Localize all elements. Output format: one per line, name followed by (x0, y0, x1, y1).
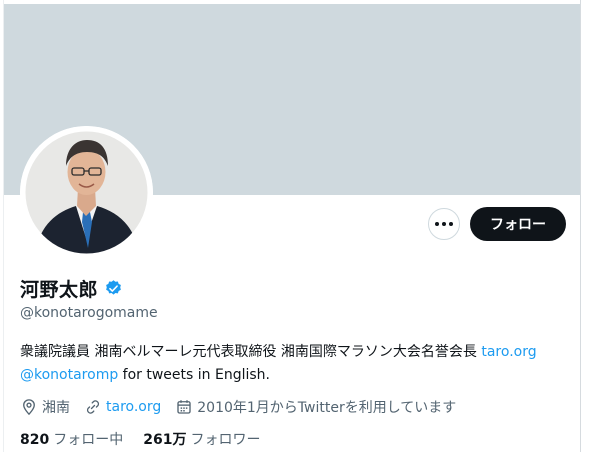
bio-website-link[interactable]: taro.org (481, 344, 536, 360)
profile-name: 河野太郎 (20, 279, 99, 301)
bio-text: 衆議院議員 湘南ベルマーレ元代表取締役 湘南国際マラソン大会名誉会長 (20, 344, 477, 360)
more-options-button[interactable] (428, 208, 460, 240)
joined-text: 2010年1月からTwitterを利用しています (197, 400, 457, 416)
following-count: 820 (20, 432, 50, 448)
followers-label: フォロワー (190, 432, 261, 448)
profile-stats: 820 フォロー中 261万 フォロワー (20, 429, 280, 449)
bio-suffix: for tweets in English. (118, 367, 270, 383)
following-stat[interactable]: 820 フォロー中 (20, 429, 123, 449)
calendar-icon (177, 400, 191, 414)
verified-badge-icon[interactable] (104, 279, 123, 298)
link-icon (86, 400, 100, 414)
website-link[interactable]: taro.org (106, 399, 161, 415)
followers-stat[interactable]: 261万 フォロワー (143, 429, 260, 449)
following-label: フォロー中 (53, 432, 124, 448)
follow-button[interactable]: フォロー (470, 207, 566, 241)
location-icon (23, 399, 35, 416)
profile-handle: @konotarogomame (20, 305, 158, 321)
profile-name-row: 河野太郎 (20, 275, 123, 302)
profile-meta: 湘南 taro.org 2010年1月からTwitterを利用しています (20, 397, 470, 417)
more-icon (435, 222, 453, 226)
followers-count: 261万 (143, 432, 187, 448)
location-item: 湘南 (20, 397, 70, 417)
avatar-photo (20, 126, 153, 259)
profile-bio: 衆議院議員 湘南ベルマーレ元代表取締役 湘南国際マラソン大会名誉会長 taro.… (20, 341, 570, 387)
website-item[interactable]: taro.org (84, 398, 161, 416)
bio-mention-link[interactable]: @konotaromp (20, 367, 118, 383)
joined-item: 2010年1月からTwitterを利用しています (175, 397, 456, 417)
location-text: 湘南 (42, 400, 70, 416)
profile-avatar[interactable] (20, 126, 153, 259)
frame-border-right (580, 0, 581, 452)
